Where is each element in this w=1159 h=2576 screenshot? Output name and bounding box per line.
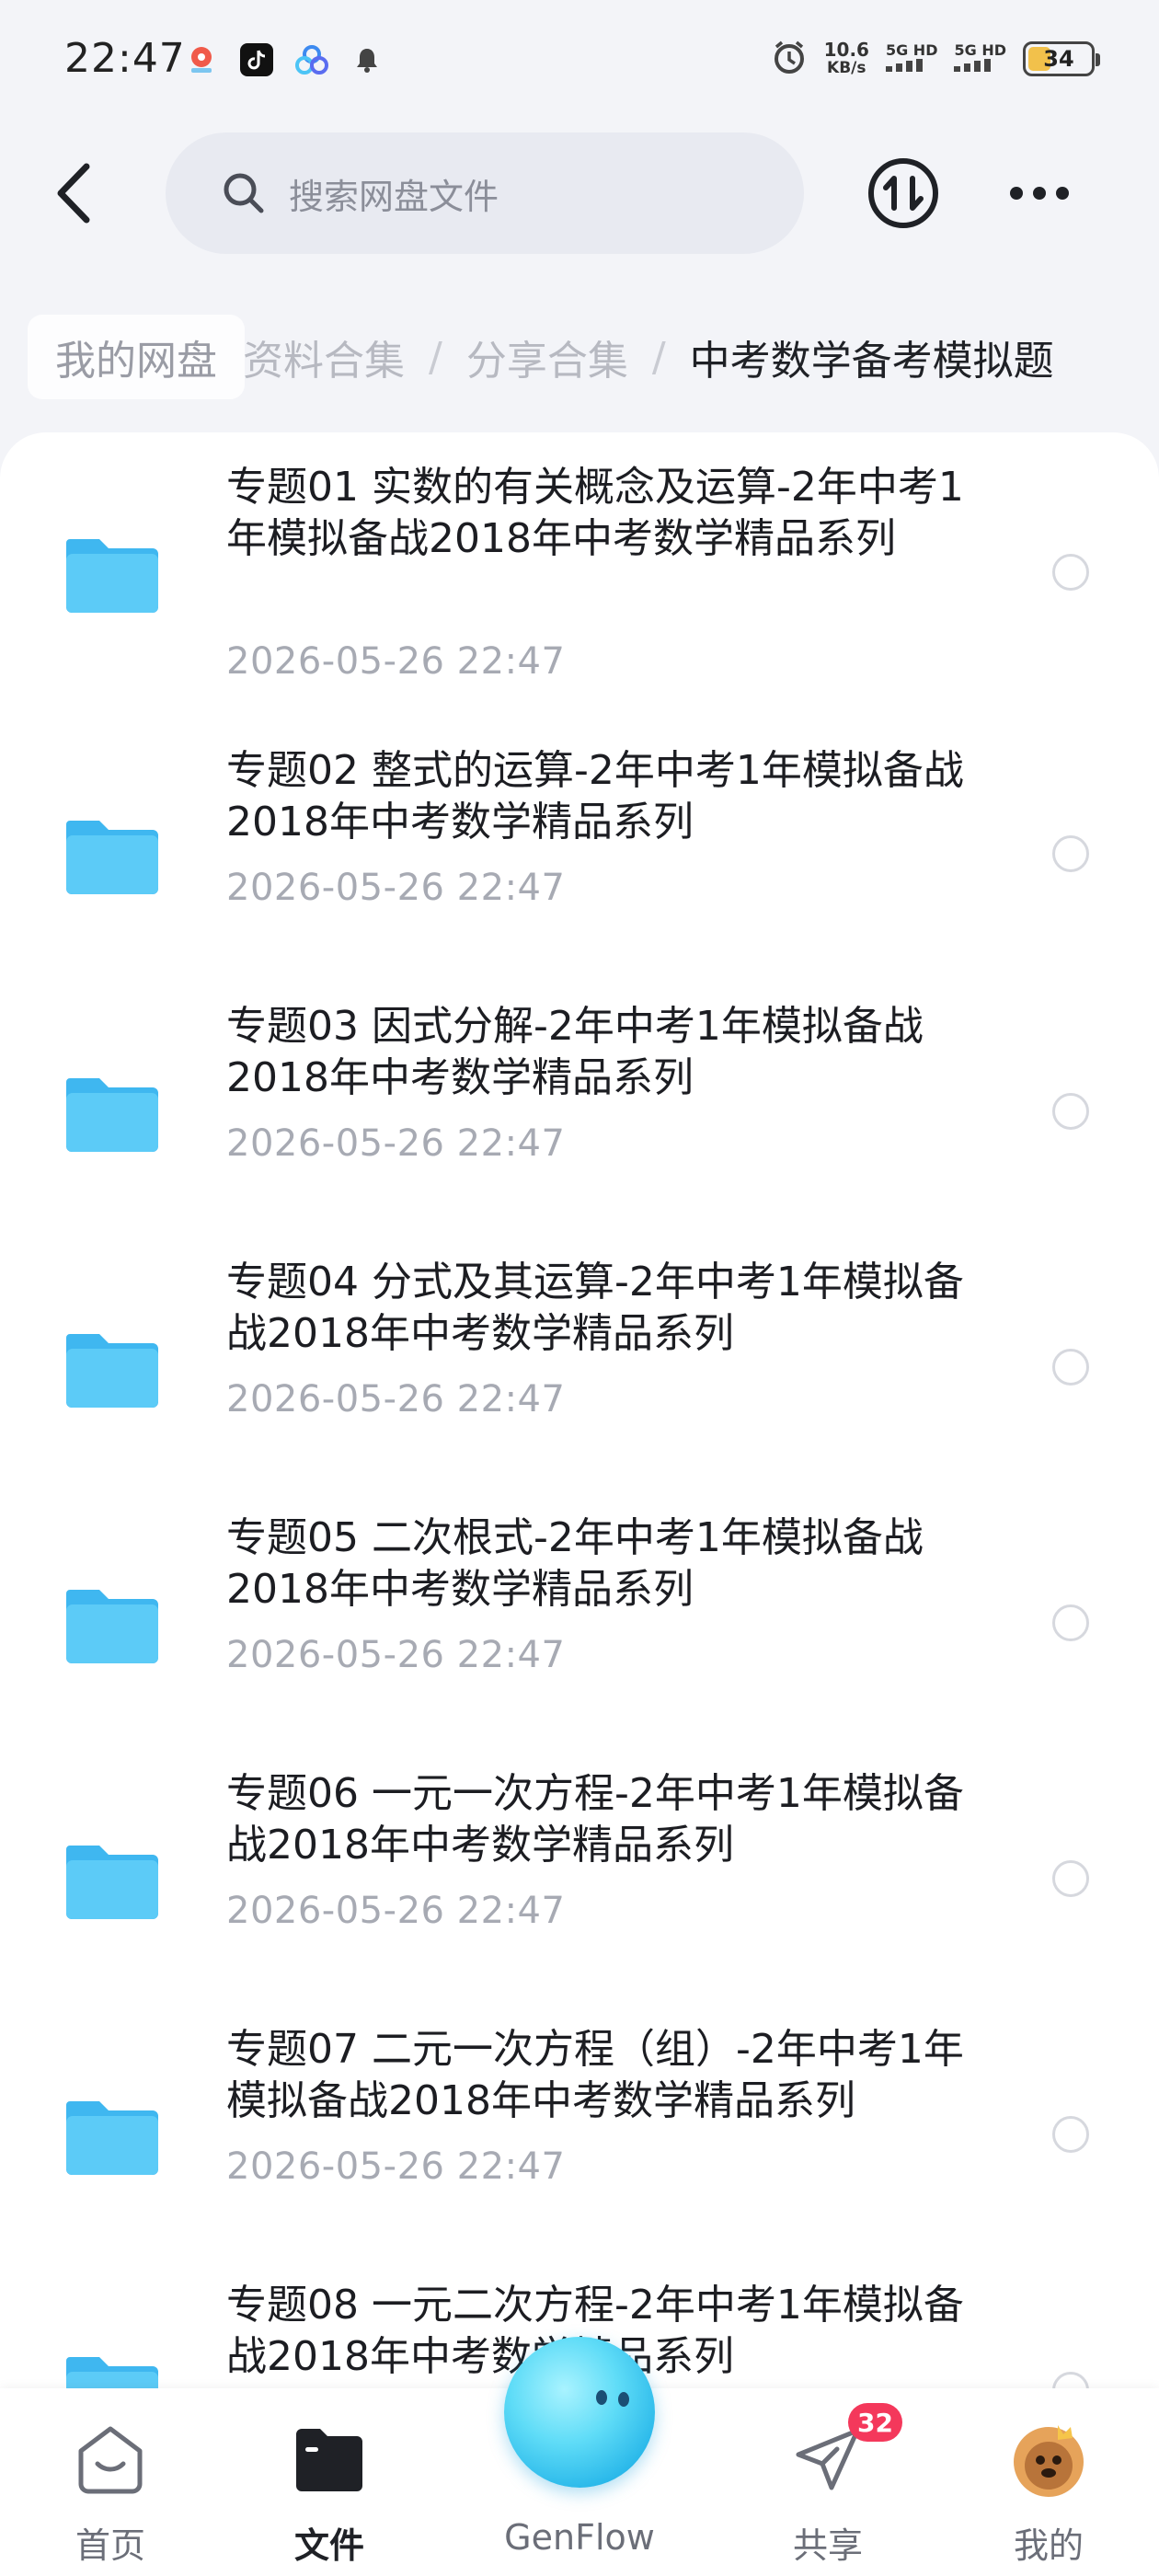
file-title: 专题01 实数的有关概念及运算-2年中考1年模拟备战2018年中考数学精品系列 — [226, 464, 964, 562]
nav-share[interactable]: 32 共享 — [736, 2388, 920, 2576]
transfer-button[interactable] — [865, 155, 942, 232]
file-date: 2026-05-26 22:47 — [226, 1634, 566, 1676]
speed-value: 10.6 — [823, 39, 869, 61]
file-date: 2026-05-26 22:47 — [226, 867, 566, 909]
orb-eye-icon — [618, 2392, 629, 2407]
home-icon — [72, 2421, 149, 2499]
nav-mine[interactable]: 我的 — [957, 2388, 1141, 2576]
app-screen: 22:47 10.6 KB/s 5G HD 5G HD 34 搜索网盘文件 我的… — [0, 0, 1159, 2576]
folder-icon — [66, 1078, 158, 1152]
breadcrumb-separator: / — [429, 333, 442, 381]
nav-home[interactable]: 首页 — [18, 2388, 202, 2576]
nav-files-label: 文件 — [293, 2525, 364, 2566]
file-row[interactable]: 专题01 实数的有关概念及运算-2年中考1年模拟备战2018年中考数学精品系列 … — [0, 432, 1159, 718]
file-title: 专题05 二次根式-2年中考1年模拟备战2018年中考数学精品系列 — [226, 1514, 924, 1613]
select-checkbox[interactable] — [1052, 1349, 1089, 1386]
file-row[interactable]: 专题07 二元一次方程（组）-2年中考1年模拟备战2018年中考数学精品系列 2… — [0, 1998, 1159, 2254]
file-title: 专题06 一元一次方程-2年中考1年模拟备战2018年中考数学精品系列 — [226, 1770, 964, 1869]
status-bar: 22:47 10.6 KB/s 5G HD 5G HD 34 — [0, 0, 1159, 120]
breadcrumb-home[interactable]: 我的网盘 — [28, 315, 245, 399]
signal-1: 5G HD — [885, 41, 938, 75]
breadcrumb-separator: / — [651, 333, 666, 381]
top-bar: 搜索网盘文件 — [0, 129, 1159, 258]
battery-indicator: 34 — [1023, 41, 1100, 76]
transfer-icon — [868, 158, 938, 228]
select-checkbox[interactable] — [1052, 835, 1089, 872]
orb-eye-icon — [596, 2390, 607, 2405]
nav-genflow-label: GenFlow — [504, 2517, 655, 2558]
tiktok-app-icon — [239, 42, 274, 77]
avatar — [1010, 2421, 1087, 2499]
file-date: 2026-05-26 22:47 — [226, 1378, 566, 1420]
folder-icon — [66, 539, 158, 613]
nav-mine-label: 我的 — [1013, 2525, 1084, 2566]
more-button[interactable] — [1001, 155, 1078, 232]
back-button[interactable] — [46, 156, 101, 230]
network-speed: 10.6 KB/s — [824, 40, 869, 77]
file-title: 专题04 分式及其运算-2年中考1年模拟备战2018年中考数学精品系列 — [226, 1259, 964, 1357]
folder-icon — [66, 1590, 158, 1663]
folder-icon — [66, 1334, 158, 1408]
network-2-label: 5G HD — [954, 41, 1006, 59]
file-row[interactable]: 专题02 整式的运算-2年中考1年模拟备战2018年中考数学精品系列 2026-… — [0, 718, 1159, 975]
folder-icon — [66, 1846, 158, 1919]
genflow-button[interactable] — [504, 2337, 655, 2488]
battery-level: 34 — [1043, 46, 1074, 72]
select-checkbox[interactable] — [1052, 554, 1089, 591]
bell-icon — [350, 42, 384, 77]
folder-icon — [291, 2421, 368, 2499]
share-badge: 32 — [848, 2403, 902, 2442]
breadcrumb-item[interactable]: 分享合集 — [466, 328, 628, 386]
file-row[interactable]: 专题04 分式及其运算-2年中考1年模拟备战2018年中考数学精品系列 2026… — [0, 1231, 1159, 1487]
more-icon — [1010, 187, 1069, 200]
file-title: 专题03 因式分解-2年中考1年模拟备战2018年中考数学精品系列 — [226, 1003, 924, 1101]
file-row[interactable]: 专题05 二次根式-2年中考1年模拟备战2018年中考数学精品系列 2026-0… — [0, 1487, 1159, 1742]
select-checkbox[interactable] — [1052, 1093, 1089, 1130]
file-row[interactable]: 专题03 因式分解-2年中考1年模拟备战2018年中考数学精品系列 2026-0… — [0, 975, 1159, 1231]
breadcrumb-item[interactable]: 资料合集 — [243, 328, 405, 386]
breadcrumb-current: 中考数学备考模拟题 — [689, 338, 1054, 385]
network-1-label: 5G HD — [885, 41, 938, 59]
status-indicators: 10.6 KB/s 5G HD 5G HD 34 — [771, 39, 1100, 79]
notification-icons — [184, 42, 384, 77]
file-list: 专题01 实数的有关概念及运算-2年中考1年模拟备战2018年中考数学精品系列 … — [0, 432, 1159, 2576]
file-title: 专题02 整式的运算-2年中考1年模拟备战2018年中考数学精品系列 — [226, 747, 964, 845]
status-time: 22:47 — [64, 35, 186, 82]
file-date: 2026-05-26 22:47 — [226, 2145, 566, 2188]
file-title: 专题07 二元一次方程（组）-2年中考1年模拟备战2018年中考数学精品系列 — [226, 2026, 964, 2124]
select-checkbox[interactable] — [1052, 1604, 1089, 1641]
select-checkbox[interactable] — [1052, 2116, 1089, 2153]
select-checkbox[interactable] — [1052, 1860, 1089, 1897]
breadcrumb: 我的网盘 资料合集 / 分享合集 / 中考数学备考模拟题 — [28, 313, 1131, 401]
signal-2: 5G HD — [954, 42, 1006, 75]
file-row[interactable]: 专题06 一元一次方程-2年中考1年模拟备战2018年中考数学精品系列 2026… — [0, 1742, 1159, 1998]
alarm-icon — [771, 39, 808, 79]
folder-icon — [66, 821, 158, 894]
file-date: 2026-05-26 22:47 — [226, 1890, 566, 1932]
speed-unit: KB/s — [827, 59, 866, 77]
nav-home-label: 首页 — [75, 2525, 145, 2566]
map-app-icon — [184, 42, 219, 77]
nav-share-label: 共享 — [792, 2525, 863, 2566]
nav-files[interactable]: 文件 — [237, 2388, 421, 2576]
file-date: 2026-05-26 22:47 — [226, 640, 566, 683]
search-placeholder: 搜索网盘文件 — [289, 176, 499, 217]
search-icon — [224, 173, 264, 213]
chevron-left-icon — [57, 163, 90, 224]
cloud-app-icon — [294, 42, 329, 77]
search-input[interactable]: 搜索网盘文件 — [166, 132, 804, 254]
file-date: 2026-05-26 22:47 — [226, 1122, 566, 1165]
folder-icon — [66, 2101, 158, 2175]
